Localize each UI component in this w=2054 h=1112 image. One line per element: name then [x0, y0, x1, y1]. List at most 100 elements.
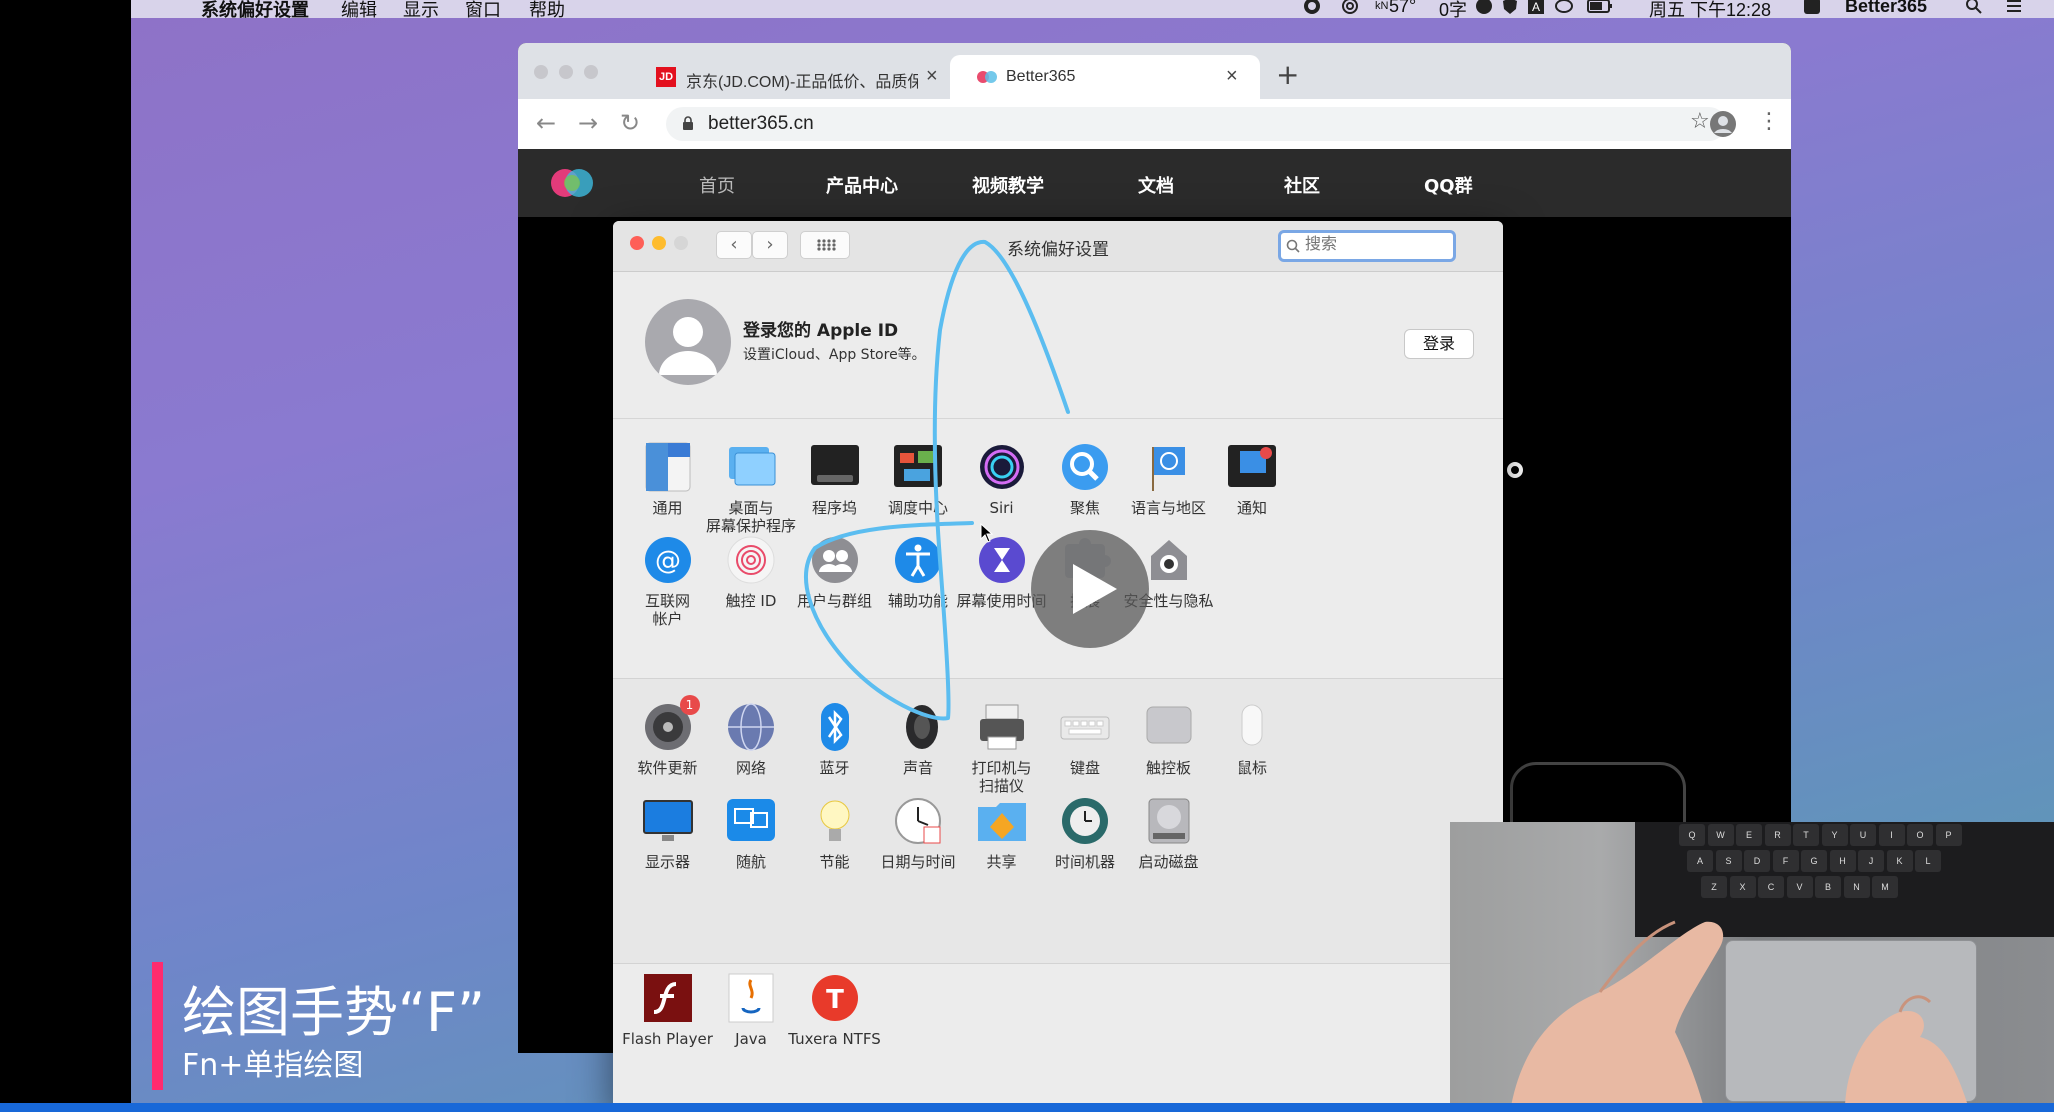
video-progress-strip: [0, 1103, 2054, 1112]
record-icon[interactable]: [1303, 0, 1321, 15]
prefs-search-field[interactable]: [1278, 230, 1456, 262]
control-center-list-icon[interactable]: [2005, 0, 2023, 15]
pref-pane-notifications[interactable]: 通知: [1198, 441, 1307, 517]
login-button[interactable]: 登录: [1404, 329, 1474, 359]
spotlight-icon: [1059, 441, 1111, 493]
sidecar-icon: [725, 795, 777, 847]
forward-arrow-icon[interactable]: →: [578, 109, 598, 137]
users-groups-icon: [809, 534, 861, 586]
letterbox-left: [0, 0, 131, 1112]
carousel-dot-icon[interactable]: [1507, 462, 1523, 478]
shield-icon[interactable]: [1501, 0, 1519, 15]
date-time-icon: [892, 795, 944, 847]
tab-bar: JD 京东(JD.COM)-正品低价、品质保 × Better365 × +: [518, 43, 1791, 99]
site-nav-docs[interactable]: 文档: [1138, 172, 1174, 198]
menu-edit[interactable]: 编辑: [341, 0, 377, 18]
site-nav-products[interactable]: 产品中心: [826, 172, 898, 198]
java-icon: [725, 972, 777, 1024]
notifications-icon: [1226, 441, 1278, 493]
tab-close-icon[interactable]: ×: [1226, 65, 1238, 88]
internet-accounts-icon: @: [642, 534, 694, 586]
apple-id-panel: 登录您的 Apple ID 设置iCloud、App Store等。 登录: [613, 272, 1503, 419]
network-indicator-icon: kN: [1375, 0, 1389, 12]
tab-better365[interactable]: Better365 ×: [950, 55, 1260, 99]
input-method-icon[interactable]: 0字: [1439, 0, 1467, 18]
menu-help[interactable]: 帮助: [529, 0, 565, 18]
menu-clock[interactable]: 周五 下午12:28: [1649, 0, 1771, 18]
dock-icon: [809, 441, 861, 493]
app-s-icon[interactable]: [1803, 0, 1821, 15]
better365-logo-icon[interactable]: [550, 167, 594, 199]
site-nav-video[interactable]: 视频教学: [972, 172, 1044, 198]
pref-pane-tuxera-ntfs[interactable]: T Tuxera NTFS: [780, 972, 889, 1048]
profile-icon[interactable]: [1708, 109, 1738, 139]
battery-icon[interactable]: [1587, 0, 1613, 15]
window-minimize-button[interactable]: [559, 65, 573, 79]
svg-text:@: @: [655, 546, 681, 576]
startup-disk-icon: [1143, 795, 1195, 847]
software-update-icon: 1: [642, 695, 700, 753]
tab-jd-label: 京东(JD.COM)-正品低价、品质保: [686, 74, 918, 91]
tab-jd[interactable]: JD 京东(JD.COM)-正品低价、品质保 ×: [630, 55, 950, 99]
tuxera-ntfs-icon: T: [809, 972, 861, 1024]
menu-user[interactable]: Better365: [1845, 0, 1927, 17]
prefs-titlebar: ‹ › 系统偏好设置: [613, 221, 1503, 272]
back-arrow-icon[interactable]: ←: [536, 109, 556, 137]
wechat-icon[interactable]: [1555, 0, 1573, 15]
sharing-icon: [976, 795, 1028, 847]
video-play-button[interactable]: [1031, 530, 1149, 648]
pref-pane-startup-disk[interactable]: 启动磁盘: [1114, 795, 1223, 871]
screen: 系统偏好设置 编辑 显示 窗口 帮助 kN 57° 0字 A 周五 下午12:2…: [0, 0, 2054, 1112]
keyboard-icon: [1059, 701, 1111, 753]
desktop-screensaver-icon: [725, 441, 777, 493]
pref-pane-label: 启动磁盘: [1138, 853, 1199, 871]
bookmark-star-icon[interactable]: ☆: [1690, 109, 1710, 134]
network-icon: [725, 701, 777, 753]
site-nav-qq[interactable]: QQ群: [1424, 172, 1473, 198]
prefs-search-input[interactable]: [1303, 235, 1447, 255]
spotlight-search-icon[interactable]: [1965, 0, 1983, 15]
kebab-menu-icon[interactable]: ⋮: [1758, 109, 1780, 134]
printers-scanners-icon: [976, 701, 1028, 753]
better365-favicon-icon: [977, 71, 997, 83]
site-nav-community[interactable]: 社区: [1284, 172, 1320, 198]
weather-temp[interactable]: 57°: [1389, 0, 1416, 17]
caption-accent-bar: [152, 962, 163, 1090]
mouse-icon: [1226, 701, 1278, 753]
pref-pane-label: 通知: [1236, 499, 1267, 517]
spiral-icon[interactable]: [1341, 0, 1359, 15]
sound-icon: [892, 701, 944, 753]
siri-icon: [976, 441, 1028, 493]
user-avatar-icon[interactable]: [645, 299, 731, 385]
font-icon[interactable]: A: [1527, 0, 1545, 15]
new-tab-icon[interactable]: +: [1276, 58, 1299, 91]
system-preferences-window: ‹ › 系统偏好设置 登录您的 Apple ID 设置iCloud、App St…: [613, 221, 1503, 1112]
accessibility-icon: [892, 534, 944, 586]
site-nav-home[interactable]: 首页: [699, 172, 735, 198]
menu-app-name[interactable]: 系统偏好设置: [201, 0, 309, 18]
time-machine-icon: [1059, 795, 1111, 847]
pref-pane-label: Tuxera NTFS: [788, 1030, 881, 1048]
energy-saver-icon: [809, 795, 861, 847]
caption-subtitle: Fn+单指绘图: [182, 1048, 364, 1083]
svg-text:A: A: [1532, 0, 1540, 14]
reload-icon[interactable]: ↻: [620, 109, 640, 137]
apple-id-title: 登录您的 Apple ID: [743, 321, 899, 341]
lock-icon: [683, 116, 693, 130]
window-zoom-button[interactable]: [584, 65, 598, 79]
tab-close-icon[interactable]: ×: [926, 65, 938, 88]
address-bar[interactable]: better365.cn ☆: [666, 107, 1726, 141]
pref-pane-mouse[interactable]: 鼠标: [1198, 701, 1307, 777]
caption-title: 绘图手势“F”: [182, 981, 486, 1044]
play-icon: [1073, 564, 1117, 614]
menu-view[interactable]: 显示: [403, 0, 439, 18]
keyboard-camera-pip: QWERTYUIOPASDFGHJKLZXCVBNM: [1450, 822, 2054, 1112]
menu-window[interactable]: 窗口: [465, 0, 501, 18]
prefs-section-other: Flash Player Java T Tuxera NTFS: [613, 963, 1503, 1112]
bluetooth-icon: [809, 701, 861, 753]
face-icon[interactable]: [1475, 0, 1493, 15]
window-close-button[interactable]: [534, 65, 548, 79]
touch-id-icon: [725, 534, 777, 586]
apple-id-subtitle: 设置iCloud、App Store等。: [743, 347, 926, 363]
general-icon: [642, 441, 694, 493]
